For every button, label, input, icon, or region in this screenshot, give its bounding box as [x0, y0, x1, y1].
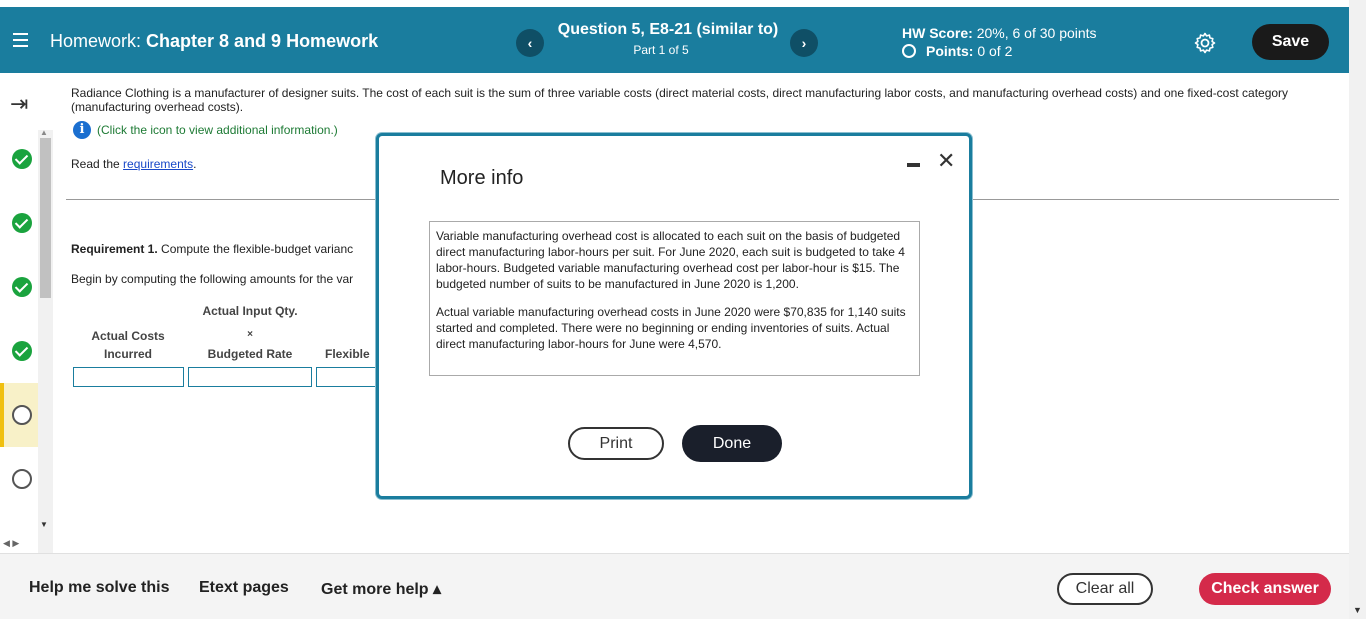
points: Points: 0 of 2 [902, 43, 1012, 59]
scroll-down-arrow-icon[interactable]: ▼ [40, 520, 48, 529]
dialog-title: More info [440, 167, 524, 189]
budgeted-rate-input[interactable] [188, 367, 312, 387]
question-nav-item-2[interactable] [0, 201, 38, 245]
question-nav-item-6[interactable] [0, 457, 38, 501]
question-sidebar: ⇥ ▲ ▼ ◀ ▶ [0, 73, 55, 610]
actual-costs-input[interactable] [73, 367, 184, 387]
points-circle-icon [902, 44, 916, 58]
info-text-box: Variable manufacturing overhead cost is … [429, 221, 920, 376]
question-nav-item-4[interactable] [0, 329, 38, 373]
get-more-help-button[interactable]: Get more help ▴ [321, 579, 441, 599]
read-requirements: Read the requirements. [71, 157, 197, 171]
header-bar: Homework: Chapter 8 and 9 Homework ‹ Que… [0, 7, 1349, 73]
column-header-actual-input: Actual Input Qty. [202, 304, 298, 318]
minimize-icon[interactable] [907, 163, 920, 167]
column-header-budgeted-rate: Budgeted Rate [207, 347, 293, 361]
additional-info-link[interactable]: i (Click the icon to view additional inf… [73, 121, 338, 139]
footer-bar: Help me solve this Etext pages Get more … [0, 553, 1349, 619]
etext-pages-button[interactable]: Etext pages [199, 579, 289, 597]
question-nav-item-5[interactable] [0, 383, 38, 447]
requirement-1: Requirement 1. Compute the flexible-budg… [71, 242, 354, 256]
correct-check-icon [12, 277, 32, 297]
requirements-link[interactable]: requirements [123, 157, 193, 171]
horizontal-scroll-arrows-icon[interactable]: ◀ ▶ [3, 538, 19, 549]
question-title: Question 5, E8-21 (similar to) [557, 21, 779, 38]
gear-icon[interactable] [1193, 31, 1217, 55]
problem-intro: Radiance Clothing is a manufacturer of d… [71, 86, 1289, 114]
hamburger-menu-icon[interactable] [13, 33, 28, 47]
correct-check-icon [12, 213, 32, 233]
times-symbol: × [247, 329, 253, 340]
save-button[interactable]: Save [1252, 24, 1329, 60]
done-button[interactable]: Done [682, 425, 782, 462]
page-scrollbar[interactable]: ▼ [1349, 0, 1366, 619]
previous-question-button[interactable]: ‹ [516, 29, 544, 57]
clear-all-button[interactable]: Clear all [1057, 573, 1153, 605]
scroll-down-arrow-icon[interactable]: ▼ [1353, 605, 1362, 615]
question-nav-item-3[interactable] [0, 265, 38, 309]
next-question-button[interactable]: › [790, 29, 818, 57]
open-circle-icon [12, 405, 32, 425]
column-header-flexible: Flexible [325, 347, 370, 361]
expand-panel-icon[interactable]: ⇥ [10, 91, 28, 117]
open-circle-icon [12, 469, 32, 489]
help-me-solve-button[interactable]: Help me solve this [29, 579, 170, 597]
correct-check-icon [12, 149, 32, 169]
more-info-dialog: More info ✕ Variable manufacturing overh… [376, 133, 972, 499]
homework-title: Homework: Chapter 8 and 9 Homework [50, 31, 379, 51]
flexible-budget-input[interactable] [316, 367, 378, 387]
scroll-up-arrow-icon[interactable]: ▲ [40, 128, 48, 137]
info-icon[interactable]: i [73, 121, 91, 139]
print-button[interactable]: Print [568, 427, 664, 460]
info-paragraph-1: Variable manufacturing overhead cost is … [436, 229, 905, 291]
column-header-incurred: Incurred [103, 347, 152, 361]
sidebar-scroll-thumb[interactable] [40, 138, 51, 298]
correct-check-icon [12, 341, 32, 361]
question-part: Part 1 of 5 [633, 43, 689, 57]
hw-score: HW Score: 20%, 6 of 30 points [902, 25, 1097, 41]
close-icon[interactable]: ✕ [937, 148, 955, 174]
info-paragraph-2: Actual variable manufacturing overhead c… [436, 305, 906, 351]
check-answer-button[interactable]: Check answer [1199, 573, 1331, 605]
question-nav-item-1[interactable] [0, 137, 38, 181]
instruction-text: Begin by computing the following amounts… [71, 272, 354, 286]
column-header-actual-costs: Actual Costs [91, 329, 165, 343]
